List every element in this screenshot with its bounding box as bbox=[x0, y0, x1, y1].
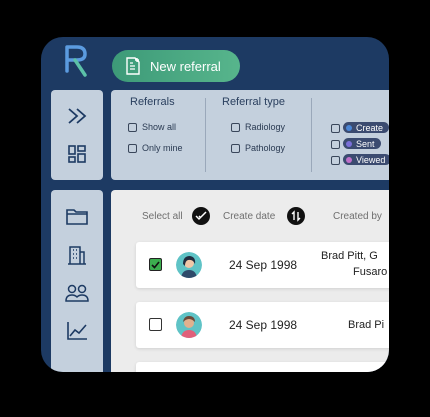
select-all-check-icon[interactable] bbox=[192, 207, 210, 225]
status-dot bbox=[346, 140, 352, 147]
dashboard-grid-icon[interactable] bbox=[65, 142, 89, 166]
status-create-checkbox[interactable] bbox=[331, 124, 340, 133]
app-logo bbox=[65, 45, 87, 77]
filter-only-mine[interactable]: Only mine bbox=[128, 143, 183, 153]
table-row[interactable]: 24 Sep 1998 Brad Pi bbox=[136, 302, 389, 348]
row-create-date: 24 Sep 1998 bbox=[229, 318, 298, 332]
status-dot bbox=[346, 156, 352, 163]
avatar bbox=[176, 252, 202, 278]
referrals-table: Select all Create date Created by 24 Sep… bbox=[111, 190, 389, 372]
status-pill-create[interactable]: Create bbox=[343, 122, 389, 133]
checkbox[interactable] bbox=[128, 143, 137, 153]
table-row[interactable] bbox=[136, 362, 389, 372]
filter-pathology[interactable]: Pathology bbox=[231, 143, 285, 153]
divider bbox=[205, 98, 206, 172]
filter-show-all[interactable]: Show all bbox=[128, 122, 176, 132]
checkbox[interactable] bbox=[128, 122, 137, 132]
select-all-label: Select all bbox=[142, 211, 183, 222]
divider bbox=[311, 98, 312, 172]
status-pill-sent[interactable]: Sent bbox=[343, 138, 381, 149]
status-pill-viewed[interactable]: Viewed bbox=[343, 154, 389, 165]
app-window: New referral Referrals Show all Only min… bbox=[41, 37, 389, 372]
create-date-header[interactable]: Create date bbox=[223, 211, 275, 222]
status-viewed-checkbox[interactable] bbox=[331, 156, 340, 165]
new-referral-label: New referral bbox=[150, 58, 221, 74]
sidebar-top-panel bbox=[51, 90, 103, 180]
table-row[interactable]: 24 Sep 1998 Brad Pitt, G Fusaro bbox=[136, 242, 389, 288]
referrals-filter-title: Referrals bbox=[130, 96, 175, 108]
analytics-chart-icon[interactable] bbox=[65, 319, 89, 343]
status-dot bbox=[346, 124, 352, 131]
sidebar-nav-panel bbox=[51, 190, 103, 372]
row-checkbox[interactable] bbox=[149, 258, 162, 271]
building-icon[interactable] bbox=[65, 242, 89, 266]
status-sent-checkbox[interactable] bbox=[331, 140, 340, 149]
users-group-icon[interactable] bbox=[65, 281, 89, 305]
row-checkbox[interactable] bbox=[149, 318, 162, 331]
new-referral-button[interactable]: New referral bbox=[112, 50, 240, 82]
add-document-icon bbox=[125, 57, 141, 75]
filter-radiology[interactable]: Radiology bbox=[231, 122, 285, 132]
avatar bbox=[176, 312, 202, 338]
filters-panel: Referrals Show all Only mine Referral ty… bbox=[111, 90, 389, 180]
folder-icon[interactable] bbox=[65, 204, 89, 228]
row-create-date: 24 Sep 1998 bbox=[229, 258, 298, 272]
checkbox[interactable] bbox=[231, 143, 240, 153]
referral-type-filter-title: Referral type bbox=[222, 96, 285, 108]
created-by-header[interactable]: Created by bbox=[333, 211, 382, 222]
checkbox[interactable] bbox=[231, 122, 240, 132]
row-created-by: Brad Pi bbox=[348, 319, 385, 331]
expand-sidebar-icon[interactable] bbox=[65, 104, 89, 128]
sort-icon[interactable] bbox=[287, 207, 305, 225]
row-created-by: Brad Pitt, G Fusaro bbox=[321, 250, 388, 278]
